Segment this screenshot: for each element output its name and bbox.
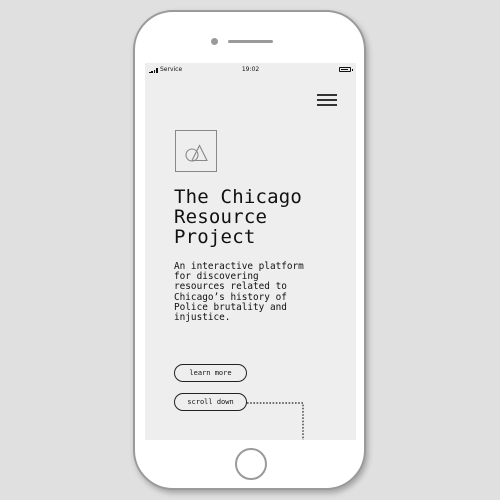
- hamburger-menu-icon[interactable]: [317, 93, 337, 107]
- status-time: 19:02: [241, 66, 260, 73]
- earpiece-speaker: [228, 40, 273, 43]
- mockup-stage: Service 19:02 The Chicago Resource Proje…: [0, 0, 500, 500]
- scroll-down-button[interactable]: scroll down: [174, 393, 247, 411]
- home-button[interactable]: [235, 448, 267, 480]
- status-bar: Service 19:02: [145, 63, 356, 77]
- phone-frame: Service 19:02 The Chicago Resource Proje…: [133, 10, 366, 490]
- phone-screen: Service 19:02 The Chicago Resource Proje…: [145, 63, 356, 440]
- learn-more-button[interactable]: learn more: [174, 364, 247, 382]
- project-description: An interactive platform for discovering …: [174, 261, 304, 324]
- page-title: The Chicago Resource Project: [174, 186, 303, 248]
- scroll-indicator-line: [247, 402, 304, 440]
- battery-icon: [339, 67, 353, 72]
- circle-triangle-logo-icon: [175, 130, 217, 172]
- front-camera: [211, 38, 218, 45]
